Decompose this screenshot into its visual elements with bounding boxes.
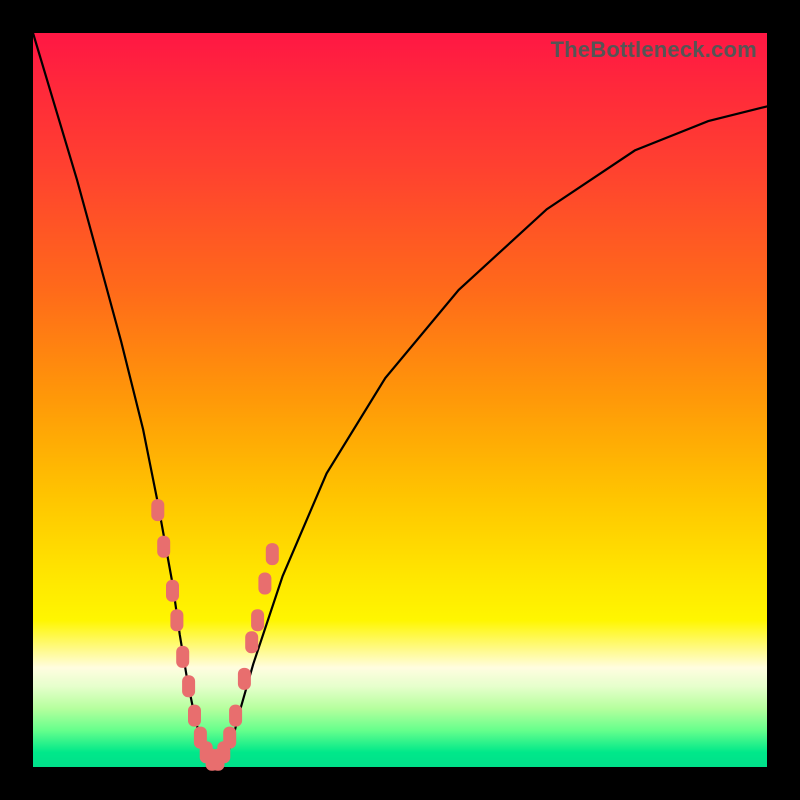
curve-marker <box>245 631 258 653</box>
plot-area: TheBottleneck.com <box>33 33 767 767</box>
bottleneck-curve <box>33 33 767 767</box>
curve-marker <box>170 609 183 631</box>
curve-marker <box>166 580 179 602</box>
curve-marker <box>238 668 251 690</box>
curve-marker <box>223 727 236 749</box>
curve-marker <box>188 705 201 727</box>
curve-marker <box>151 499 164 521</box>
curve-marker <box>182 675 195 697</box>
curve-marker <box>229 705 242 727</box>
curve-marker <box>251 609 264 631</box>
curve-marker <box>266 543 279 565</box>
curve-marker <box>157 536 170 558</box>
chart-svg <box>33 33 767 767</box>
curve-marker <box>176 646 189 668</box>
curve-marker <box>258 573 271 595</box>
chart-frame: TheBottleneck.com <box>0 0 800 800</box>
curve-markers <box>151 499 278 771</box>
